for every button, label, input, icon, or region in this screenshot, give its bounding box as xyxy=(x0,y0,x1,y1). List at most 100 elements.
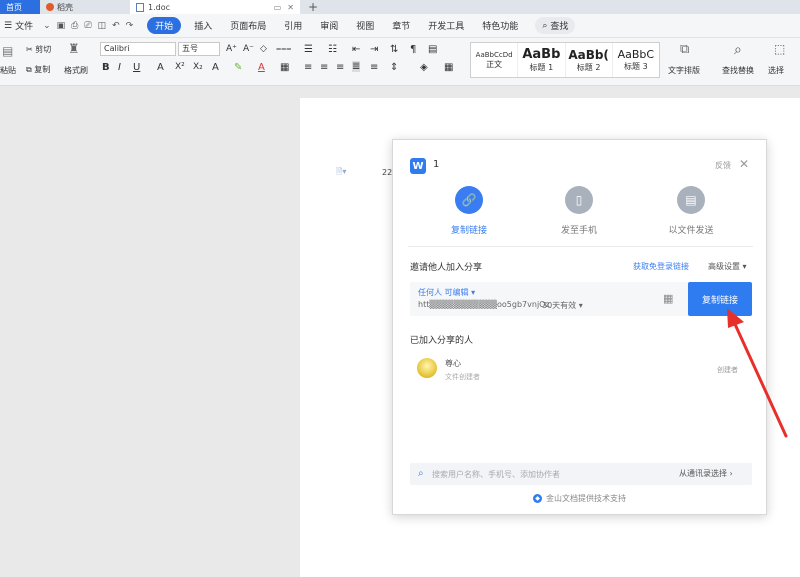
select-label[interactable]: 选择 xyxy=(768,65,784,76)
align-center-icon[interactable]: ≡ xyxy=(320,62,328,73)
feedback-link[interactable]: 反馈 xyxy=(715,160,731,171)
style-name: 标题 1 xyxy=(529,63,554,72)
permission-label: 任何人 可编辑 xyxy=(418,288,469,297)
cut-label: 剪切 xyxy=(35,45,52,54)
menu-start[interactable]: 开始 xyxy=(147,17,182,34)
borders-icon[interactable]: ▦ xyxy=(444,62,453,73)
clear-format-icon[interactable]: ◇ xyxy=(260,44,267,54)
format-painter-label[interactable]: 格式刷 xyxy=(64,65,88,76)
hamburger-icon[interactable]: ☰ xyxy=(0,21,15,31)
style-name: 正文 xyxy=(486,59,503,69)
copy-icon: ⧉ xyxy=(26,65,32,74)
text-layout-icon[interactable]: ⧉ xyxy=(680,42,689,57)
font-size-select[interactable]: 五号 xyxy=(178,42,220,56)
font-size-value: 五号 xyxy=(182,44,198,53)
sort-icon[interactable]: ⇅ xyxy=(390,44,398,55)
menu-developer[interactable]: 开发工具 xyxy=(419,19,473,32)
format-painter-icon[interactable]: ♜ xyxy=(68,42,80,57)
table-icon[interactable]: ▤ xyxy=(428,44,437,55)
menu-page-layout[interactable]: 页面布局 xyxy=(221,19,275,32)
from-contacts-label: 从通讯录选择 xyxy=(679,469,727,478)
style-normal[interactable]: AaBbCcDd 正文 xyxy=(471,43,519,77)
bullets-icon[interactable]: ☰ xyxy=(304,44,313,55)
text-effect-icon[interactable]: A xyxy=(212,62,219,73)
permission-select[interactable]: 任何人 可编辑 ▾ xyxy=(418,287,475,298)
italic-icon[interactable]: I xyxy=(118,62,121,73)
text-layout-label[interactable]: 文字排版 xyxy=(668,65,700,76)
from-contacts-link[interactable]: 从通讯录选择 › xyxy=(679,468,733,479)
superscript-icon[interactable]: X² xyxy=(175,62,185,72)
preview-icon[interactable]: ◫ xyxy=(98,21,107,31)
menu-section[interactable]: 章节 xyxy=(383,19,419,32)
menu-features[interactable]: 特色功能 xyxy=(473,19,527,32)
redo-icon[interactable]: ↷ xyxy=(126,21,134,31)
cut-button[interactable]: ✂ 剪切 xyxy=(26,44,51,55)
search-placeholder: 搜索用户名称、手机号、添加协作者 xyxy=(432,470,560,479)
print-icon[interactable]: ⎚ xyxy=(84,21,91,31)
member-role: 创建者 xyxy=(717,366,738,374)
copy-link-button[interactable]: 复制链接 xyxy=(688,282,752,316)
save-icon[interactable]: ▣ xyxy=(57,21,66,31)
new-tab-icon[interactable]: + xyxy=(308,0,318,14)
select-icon[interactable]: ⬚ xyxy=(774,42,785,56)
close-icon[interactable]: ✕ xyxy=(739,157,749,171)
highlight-icon[interactable]: ✎ xyxy=(234,62,242,73)
subscript-icon[interactable]: X₂ xyxy=(193,62,203,72)
tab-daoke[interactable]: 稻壳 xyxy=(40,0,130,14)
shrink-font-icon[interactable]: A⁻ xyxy=(243,44,254,54)
menu-view[interactable]: 视图 xyxy=(347,19,383,32)
numbering-icon[interactable]: ☷ xyxy=(328,44,337,55)
style-sample: AaBb xyxy=(522,47,561,62)
tab-home[interactable]: 首页 xyxy=(0,0,40,14)
menu-file[interactable]: 文件 xyxy=(15,19,37,32)
font-name-select[interactable]: Calibri xyxy=(100,42,176,56)
show-marks-icon[interactable]: ¶ xyxy=(410,44,416,55)
line-spacing-icon[interactable]: ⇕ xyxy=(390,62,398,73)
link-icon: 🔗 xyxy=(455,186,483,214)
no-login-link[interactable]: 获取免登录链接 xyxy=(633,261,689,272)
style-heading-3[interactable]: AaBbC 标题 3 xyxy=(613,43,659,77)
underline-icon[interactable]: U xyxy=(133,62,140,73)
monitor-icon[interactable]: ▭ xyxy=(274,3,282,12)
collaborator-search[interactable]: ⌕ 搜索用户名称、手机号、添加协作者 从通讯录选择 › xyxy=(410,463,752,485)
mode-send-as-file[interactable]: ▤ 以文件发送 xyxy=(651,186,731,236)
pinyin-icon[interactable]: ⩶ xyxy=(276,44,291,54)
font-color-icon[interactable]: A xyxy=(258,62,265,73)
undo-icon[interactable]: ↶ xyxy=(112,21,120,31)
chevron-down-icon[interactable]: ⌄ xyxy=(43,21,51,31)
bold-icon[interactable]: B xyxy=(102,62,110,73)
expiry-select[interactable]: 30天有效 ▾ xyxy=(542,300,583,311)
style-heading-2[interactable]: AaBb(标题 2 xyxy=(566,43,613,77)
menu-references[interactable]: 引用 xyxy=(275,19,311,32)
menu-insert[interactable]: 插入 xyxy=(185,19,221,32)
outdent-icon[interactable]: ⇤ xyxy=(352,44,360,55)
mode-copy-link[interactable]: 🔗 复制链接 xyxy=(429,186,509,236)
align-right-icon[interactable]: ≡ xyxy=(336,62,344,73)
char-border-icon[interactable]: ▦ xyxy=(280,62,289,73)
ribbon-toolbar: ▤ 粘贴 ✂ 剪切 ⧉ 复制 ♜ 格式刷 Calibri 五号 A⁺ A⁻ ◇ … xyxy=(0,38,800,86)
close-tab-icon[interactable]: ✕ xyxy=(287,3,294,12)
grow-font-icon[interactable]: A⁺ xyxy=(226,44,237,54)
advanced-settings[interactable]: 高级设置 ▾ xyxy=(708,261,747,272)
find-replace-label[interactable]: 查找替换 xyxy=(722,65,754,76)
search-command[interactable]: ⌕ 查找 xyxy=(535,17,576,34)
align-left-icon[interactable]: ≡ xyxy=(304,62,312,73)
menu-review[interactable]: 审阅 xyxy=(311,19,347,32)
distributed-icon[interactable]: ≡ xyxy=(370,62,378,73)
paste-icon[interactable]: ▤ xyxy=(2,44,13,58)
mode-send-to-phone[interactable]: ▯ 发至手机 xyxy=(539,186,619,236)
indent-icon[interactable]: ⇥ xyxy=(370,44,378,55)
justify-icon[interactable]: ≣ xyxy=(352,61,361,72)
search-command-label: 查找 xyxy=(550,22,569,32)
copy-label: 复制 xyxy=(34,65,51,74)
qr-code-icon[interactable]: ▦ xyxy=(663,293,675,305)
find-replace-icon[interactable]: ⌕ xyxy=(734,42,742,58)
dialog-footer: ◆ 金山文档提供技术支持 xyxy=(533,493,626,504)
style-heading-1[interactable]: AaBb 标题 1 xyxy=(518,43,566,77)
tab-document[interactable]: 1.doc ▭ ✕ xyxy=(130,0,300,14)
shading-icon[interactable]: ◈ xyxy=(420,62,428,73)
copy-button[interactable]: ⧉ 复制 xyxy=(26,64,50,75)
strikethrough-icon[interactable]: A xyxy=(157,62,164,73)
export-pdf-icon[interactable]: ⎙ xyxy=(71,21,78,31)
paste-label[interactable]: 粘贴 xyxy=(0,65,16,76)
